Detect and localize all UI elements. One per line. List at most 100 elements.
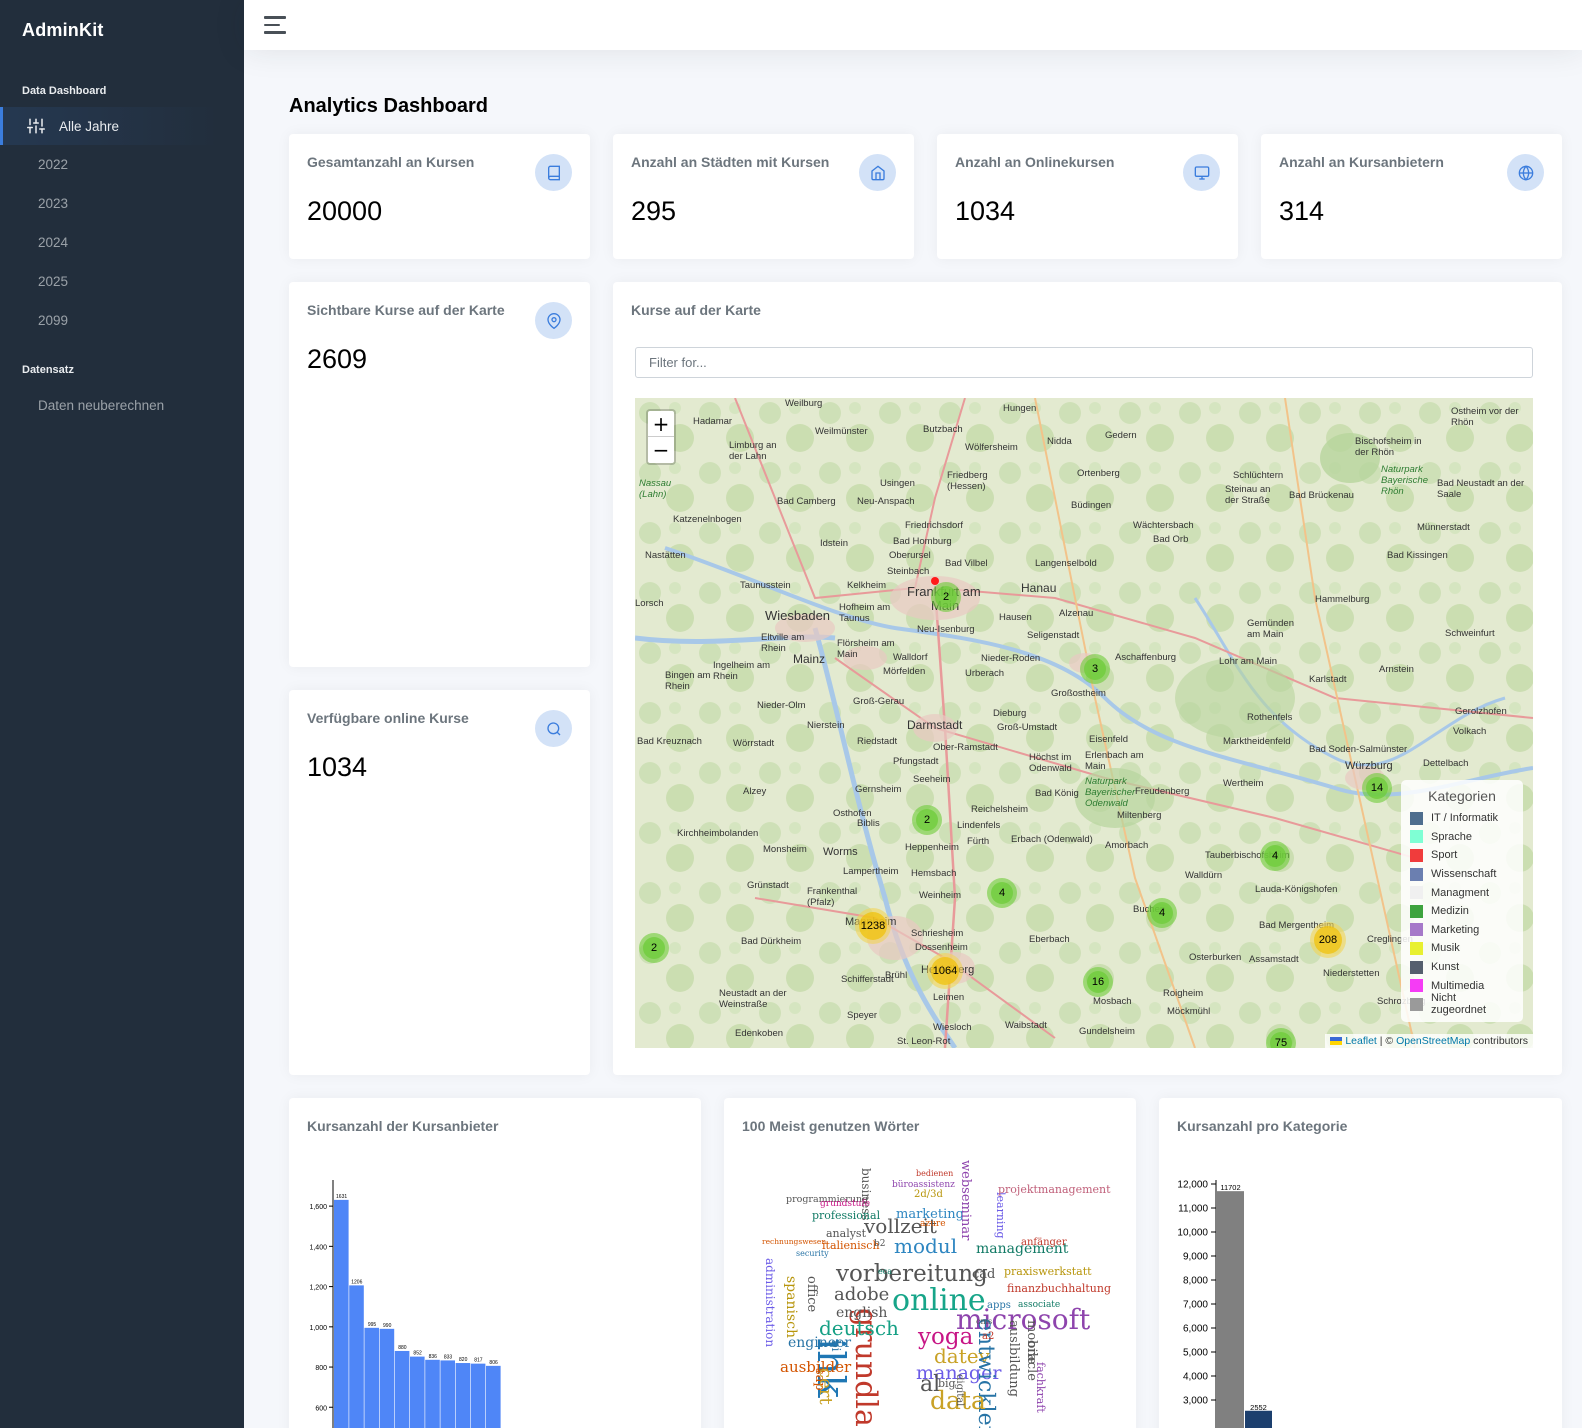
bar-value-label: 820 xyxy=(459,1357,468,1363)
stat-title: Anzahl an Onlinekursen xyxy=(955,154,1115,170)
wordcloud-word: büroassistenz xyxy=(892,1180,955,1190)
cluster-count: 2 xyxy=(643,937,665,959)
brand-logo[interactable]: AdminKit xyxy=(22,20,104,41)
wordcloud-word: analyst xyxy=(826,1227,866,1240)
map-label: Marktheidenfeld xyxy=(1223,736,1291,747)
ukraine-flag-icon xyxy=(1330,1037,1343,1046)
leaflet-map[interactable]: Weilburg Hungen Gedern Hadamar Weilmünst… xyxy=(635,398,1533,1048)
wordcloud-word: finanzbuchhaltung xyxy=(1007,1282,1112,1295)
stat-title: Anzahl an Städten mit Kursen xyxy=(631,154,830,170)
map-cluster[interactable]: 4 xyxy=(987,878,1017,908)
bar xyxy=(410,1356,425,1428)
legend-item: Kunst xyxy=(1410,958,1514,977)
home-icon xyxy=(859,154,896,191)
map-cluster[interactable]: 1238 xyxy=(855,908,891,944)
map-label: Kelkheim xyxy=(847,580,887,591)
wordcloud-word: fachkraft xyxy=(1034,1362,1047,1413)
map-label: Bad Brückenau xyxy=(1289,490,1354,501)
legend-label: Managment xyxy=(1431,886,1490,899)
wordcloud-word: cad xyxy=(972,1267,996,1282)
map-cluster[interactable]: 14 xyxy=(1362,773,1392,803)
bar-value-label: 2552 xyxy=(1250,1403,1267,1412)
map-cluster[interactable]: 16 xyxy=(1083,967,1113,997)
map-cluster[interactable]: 2 xyxy=(639,933,669,963)
map-label: Taunusstein xyxy=(740,580,791,591)
wordcloud-word: english xyxy=(836,1305,888,1321)
zoom-in-button[interactable]: + xyxy=(648,411,674,437)
legend-swatch xyxy=(1410,923,1423,937)
sidebar-header-datensatz: Datensatz xyxy=(22,364,74,376)
map-cluster[interactable]: 2 xyxy=(912,805,942,835)
map-label: Ortenberg xyxy=(1077,468,1120,479)
map-label: Möckmühl xyxy=(1167,1006,1211,1017)
bar xyxy=(470,1363,486,1428)
map-cluster[interactable]: 4 xyxy=(1147,898,1177,928)
wordcloud-word: learning xyxy=(994,1192,1007,1239)
y-tick-label: 11,000 xyxy=(1178,1204,1208,1215)
map-cluster[interactable]: 2 xyxy=(931,582,961,612)
sidebar-item-2099[interactable]: 2099 xyxy=(0,301,244,339)
legend-swatch xyxy=(1410,886,1423,900)
y-tick-label: 6,000 xyxy=(1183,1324,1208,1335)
map-label: Miltenberg xyxy=(1117,810,1162,821)
map-cluster[interactable]: 1064 xyxy=(927,953,963,989)
map-label: Riedstadt xyxy=(857,736,898,747)
search-icon xyxy=(535,710,572,747)
wordcloud-word: adobe xyxy=(834,1284,890,1305)
sidebar-item-recalc[interactable]: Daten neuberechnen xyxy=(0,386,244,424)
kategorie-chart-card: Kursanzahl pro Kategorie 3,000 4,000 5,000… xyxy=(1159,1098,1562,1428)
legend-label: Nicht zugeordnet xyxy=(1430,992,1487,1017)
bar xyxy=(364,1327,379,1428)
sidebar-item-2022[interactable]: 2022 xyxy=(0,145,244,183)
hamburger-menu-icon[interactable] xyxy=(264,16,286,34)
map-label: Hammelburg xyxy=(1315,594,1370,605)
map-filter-input[interactable] xyxy=(635,347,1533,378)
map-label: Aschaffenburg xyxy=(1115,652,1177,663)
legend-swatch xyxy=(1410,867,1423,881)
map-label: Bad Camberg xyxy=(777,496,836,507)
stat-card-online: Anzahl an Onlinekursen 1034 xyxy=(937,134,1238,259)
online-courses-card: Verfügbare online Kurse 1034 xyxy=(289,690,590,1075)
legend-item: Medizin xyxy=(1410,902,1514,921)
map-label: Lampertheim xyxy=(843,866,899,877)
map-label: Lauda-Königshofen xyxy=(1255,884,1338,895)
bar-value-label: 1631 xyxy=(336,1194,347,1200)
cluster-count: 4 xyxy=(1264,845,1286,867)
map-label: Groß-Gerau xyxy=(853,696,905,707)
y-tick-label: 9,000 xyxy=(1183,1252,1208,1263)
map-label: Bingen am Rhein xyxy=(665,670,711,692)
map-label: Nierstein xyxy=(807,720,845,731)
map-cluster[interactable]: 4 xyxy=(1260,841,1290,871)
wordcloud-word: apps xyxy=(987,1300,1011,1311)
map-card: Kurse auf der Karte Filter for... Weilbu… xyxy=(613,282,1562,1075)
map-label: Hemsbach xyxy=(911,868,957,879)
leaflet-link[interactable]: Leaflet xyxy=(1345,1035,1377,1047)
sidebar-item-label: Daten neuberechnen xyxy=(38,397,165,413)
legend-label: Sport xyxy=(1431,849,1458,862)
map-title: Kurse auf der Karte xyxy=(631,302,761,318)
map-cluster[interactable]: 208 xyxy=(1310,922,1346,958)
map-label: Schriesheim xyxy=(911,928,964,939)
map-label: Würzburg xyxy=(1345,760,1393,772)
map-label: Lohr am Main xyxy=(1219,656,1278,667)
zoom-out-button[interactable]: − xyxy=(648,437,674,463)
sidebar-item-2024[interactable]: 2024 xyxy=(0,223,244,261)
sidebar-item-2025[interactable]: 2025 xyxy=(0,262,244,300)
map-label: Weinheim xyxy=(919,890,962,901)
map-label: Frankenthal (Pfalz) xyxy=(807,886,858,908)
sidebar-header-dashboard: Data Dashboard xyxy=(22,85,107,97)
map-label: Wiesloch xyxy=(933,1022,972,1033)
osm-link[interactable]: OpenStreetMap xyxy=(1396,1035,1470,1047)
map-label: Brühl xyxy=(885,970,908,981)
sidebar-item-2023[interactable]: 2023 xyxy=(0,184,244,222)
wordcloud-word: webseminar xyxy=(958,1160,973,1241)
map-label: Gerolzhofen xyxy=(1455,706,1507,717)
wordcloud-word: office xyxy=(804,1276,819,1313)
bar-value-label: 852 xyxy=(413,1351,422,1357)
topbar xyxy=(244,0,1582,50)
sidebar-item-label: 2023 xyxy=(38,195,69,211)
wordcloud-word: a2 xyxy=(982,1331,995,1342)
bar-value-label: 817 xyxy=(474,1358,483,1364)
map-cluster[interactable]: 3 xyxy=(1080,654,1110,684)
sidebar-item-alle-jahre[interactable]: Alle Jahre xyxy=(0,107,244,145)
